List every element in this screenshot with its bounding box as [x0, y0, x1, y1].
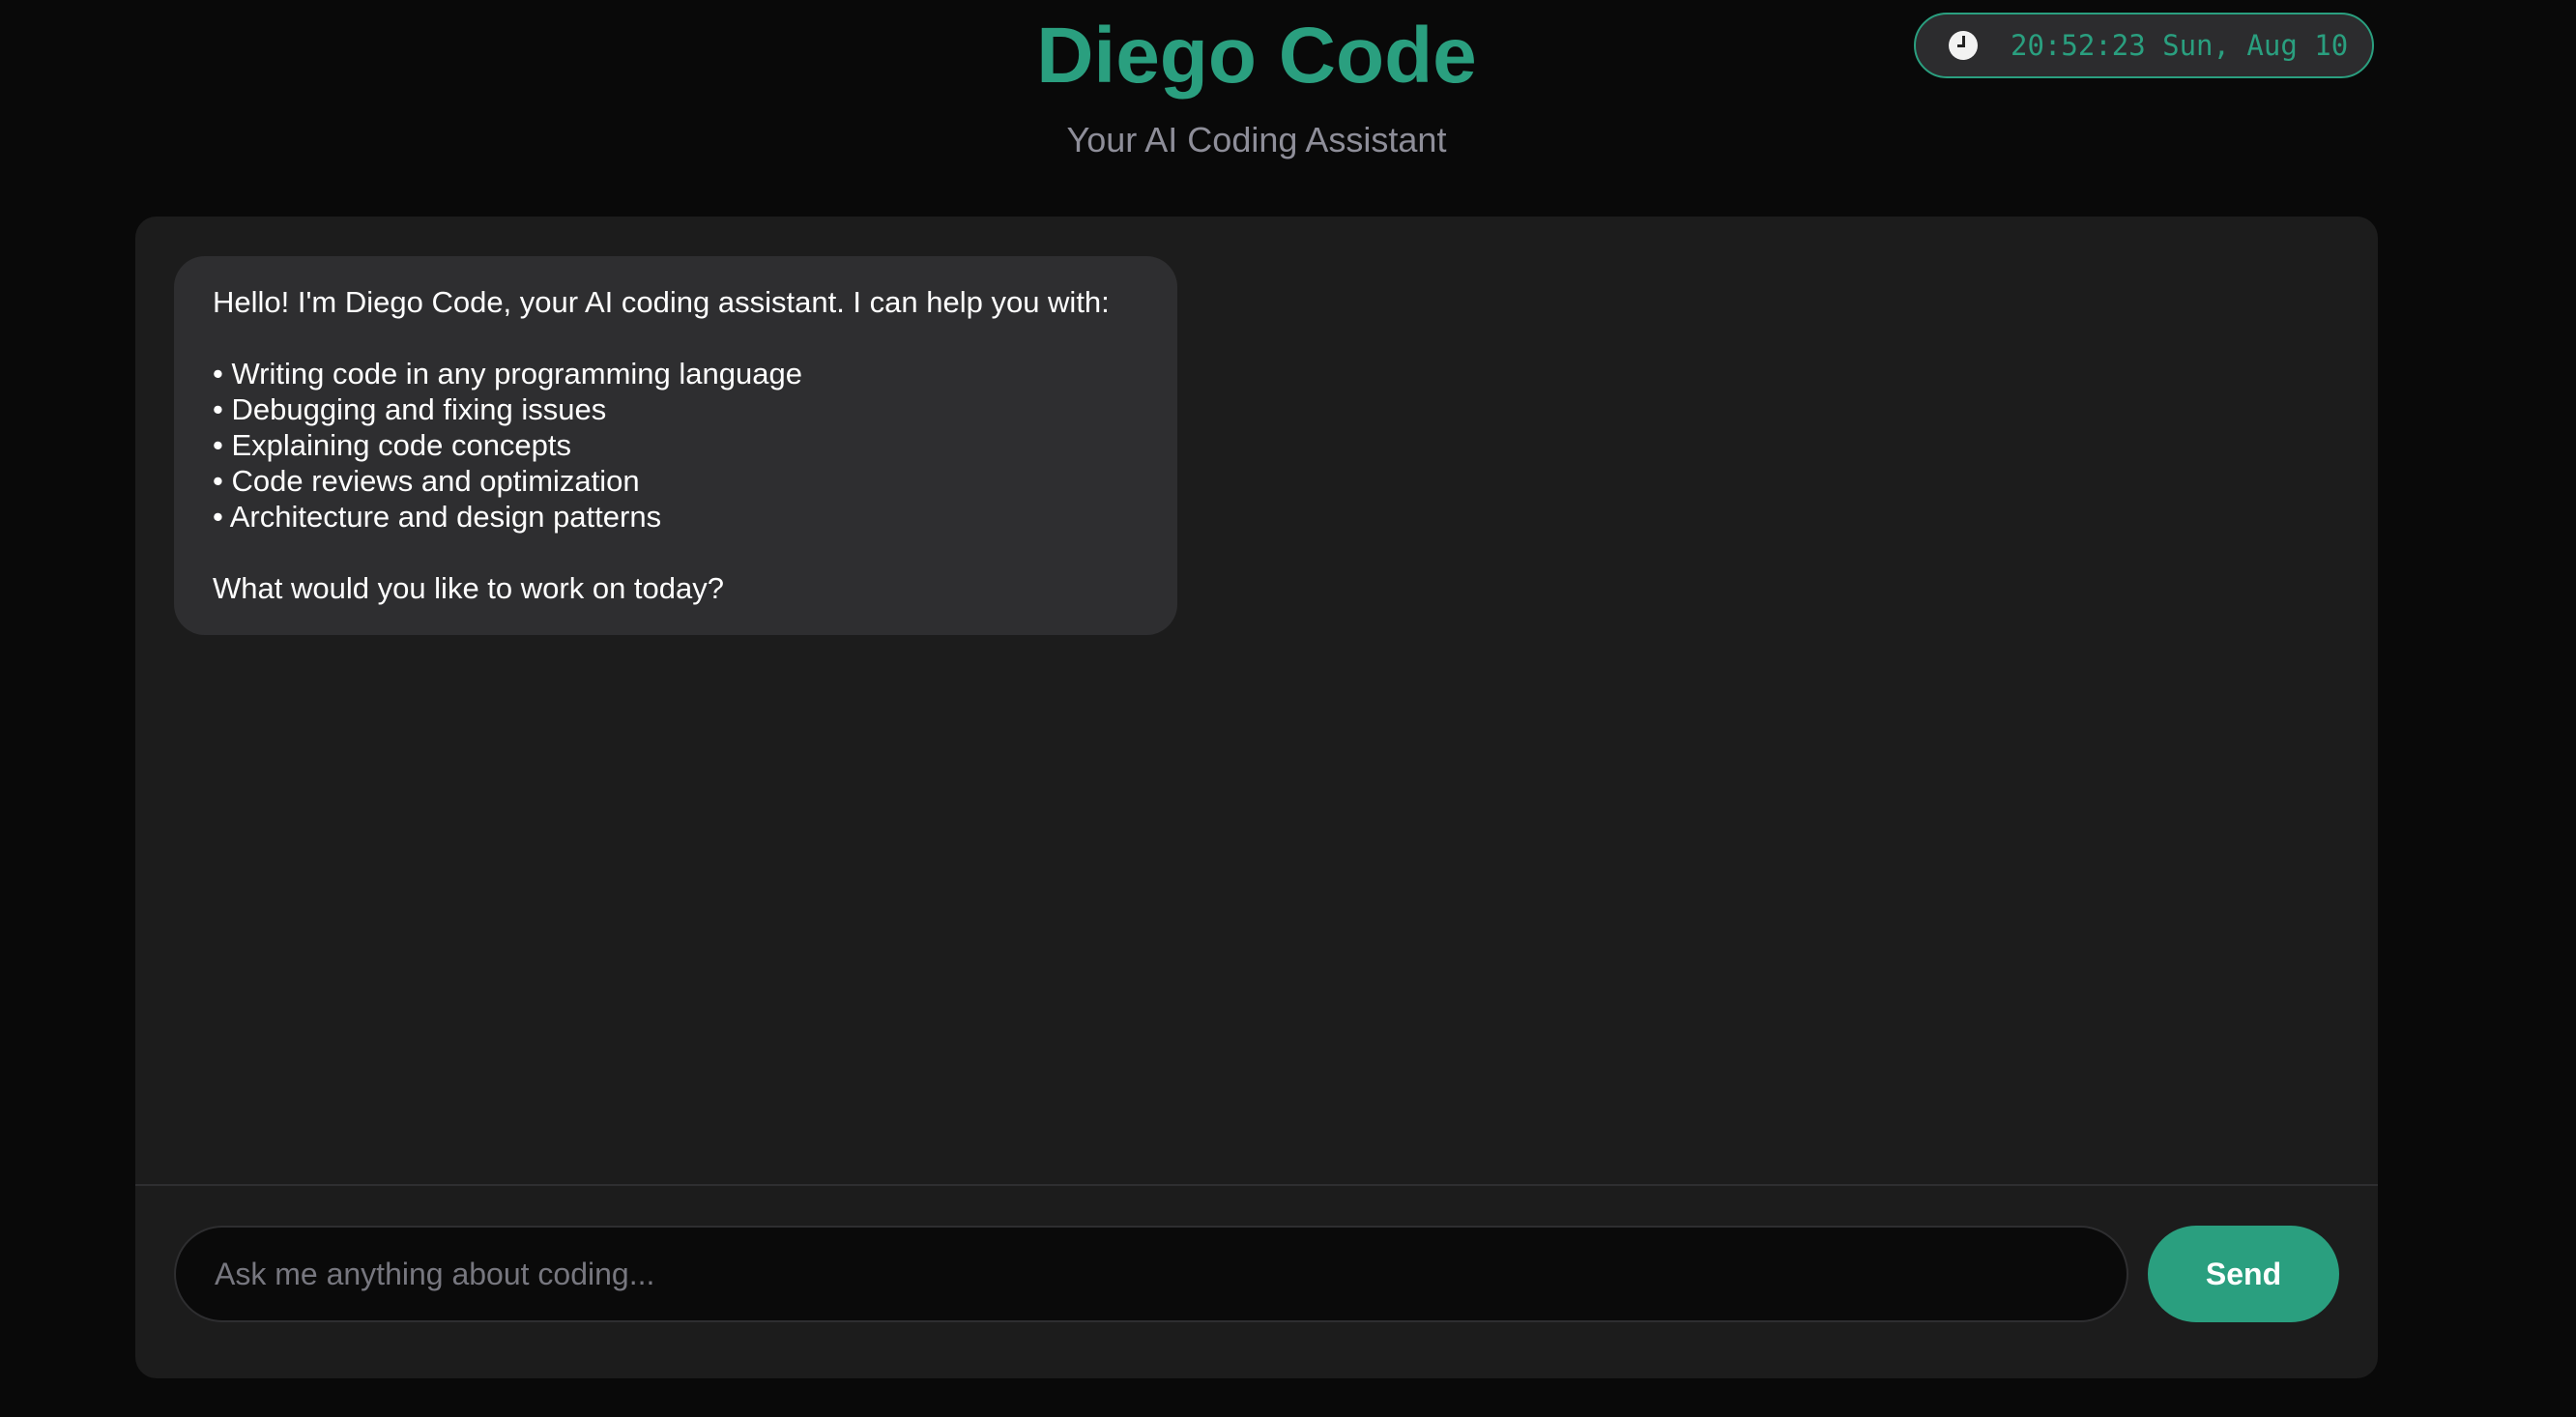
message-outro: What would you like to work on today? — [213, 571, 724, 605]
app-subtitle: Your AI Coding Assistant — [1066, 120, 1447, 159]
message-list-item: • Writing code in any programming langua… — [213, 357, 802, 390]
message-list-item: • Code reviews and optimization — [213, 464, 640, 498]
assistant-message: Hello! I'm Diego Code, your AI coding as… — [174, 256, 1177, 635]
chat-panel: Hello! I'm Diego Code, your AI coding as… — [135, 217, 2378, 1378]
chat-input[interactable] — [174, 1226, 2128, 1322]
composer: Send — [135, 1186, 2378, 1378]
app: Diego Code Your AI Coding Assistant 20:5… — [0, 0, 2576, 1417]
send-button[interactable]: Send — [2148, 1226, 2339, 1322]
message-list-item: • Architecture and design patterns — [213, 500, 662, 534]
message-list[interactable]: Hello! I'm Diego Code, your AI coding as… — [135, 217, 2378, 1184]
message-intro: Hello! I'm Diego Code, your AI coding as… — [213, 285, 1110, 319]
clock-icon — [1949, 31, 1978, 60]
message-list-item: • Explaining code concepts — [213, 428, 572, 462]
message-list-item: • Debugging and fixing issues — [213, 392, 607, 426]
clock-widget: 20:52:23 Sun, Aug 10 — [1914, 13, 2374, 78]
clock-text: 20:52:23 Sun, Aug 10 — [2011, 29, 2349, 62]
